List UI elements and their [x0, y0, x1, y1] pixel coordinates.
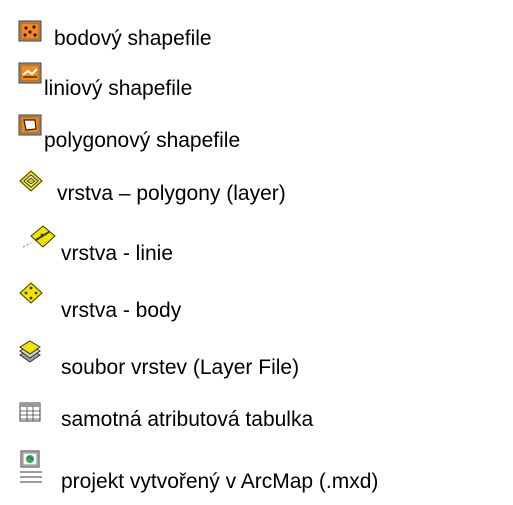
legend-item-layer-file: soubor vrstev (Layer File): [0, 340, 513, 380]
legend-item-point-layer: vrstva - body: [0, 282, 513, 322]
line-layer-icon: [22, 225, 56, 249]
attribute-table-icon: [19, 402, 41, 422]
legend-item-label: vrstva – polygony (layer): [57, 182, 286, 205]
legend-item-polygon-layer: vrstva – polygony (layer): [0, 170, 513, 210]
legend-item-arcmap-project: projekt vytvořený v ArcMap (.mxd): [0, 448, 513, 504]
legend-item-line-layer: vrstva - linie: [0, 225, 513, 265]
legend-item-attribute-table: samotná atributová tabulka: [0, 400, 513, 440]
legend-item-label: projekt vytvořený v ArcMap (.mxd): [61, 470, 379, 493]
legend-item-label: polygonový shapefile: [44, 129, 241, 152]
point-layer-icon: [19, 282, 43, 304]
legend-item-line-shapefile: liniový shapefile: [0, 60, 513, 100]
legend-item-label: samotná atributová tabulka: [61, 408, 314, 431]
point-shapefile-icon: [18, 20, 42, 42]
legend-item-label: vrstva - body: [61, 299, 182, 322]
line-shapefile-icon: [18, 62, 42, 84]
legend-item-polygon-shapefile: polygonový shapefile: [0, 112, 513, 152]
polygon-layer-icon: [19, 170, 43, 192]
polygon-shapefile-icon: [18, 114, 42, 136]
layer-file-icon: [19, 340, 41, 364]
arcmap-project-icon: [19, 450, 43, 484]
legend-item-point-shapefile: bodový shapefile: [0, 18, 513, 58]
legend-item-label: bodový shapefile: [54, 27, 212, 50]
legend-item-label: vrstva - linie: [61, 242, 174, 265]
legend-item-label: liniový shapefile: [44, 77, 193, 100]
legend-item-label: soubor vrstev (Layer File): [61, 356, 300, 379]
